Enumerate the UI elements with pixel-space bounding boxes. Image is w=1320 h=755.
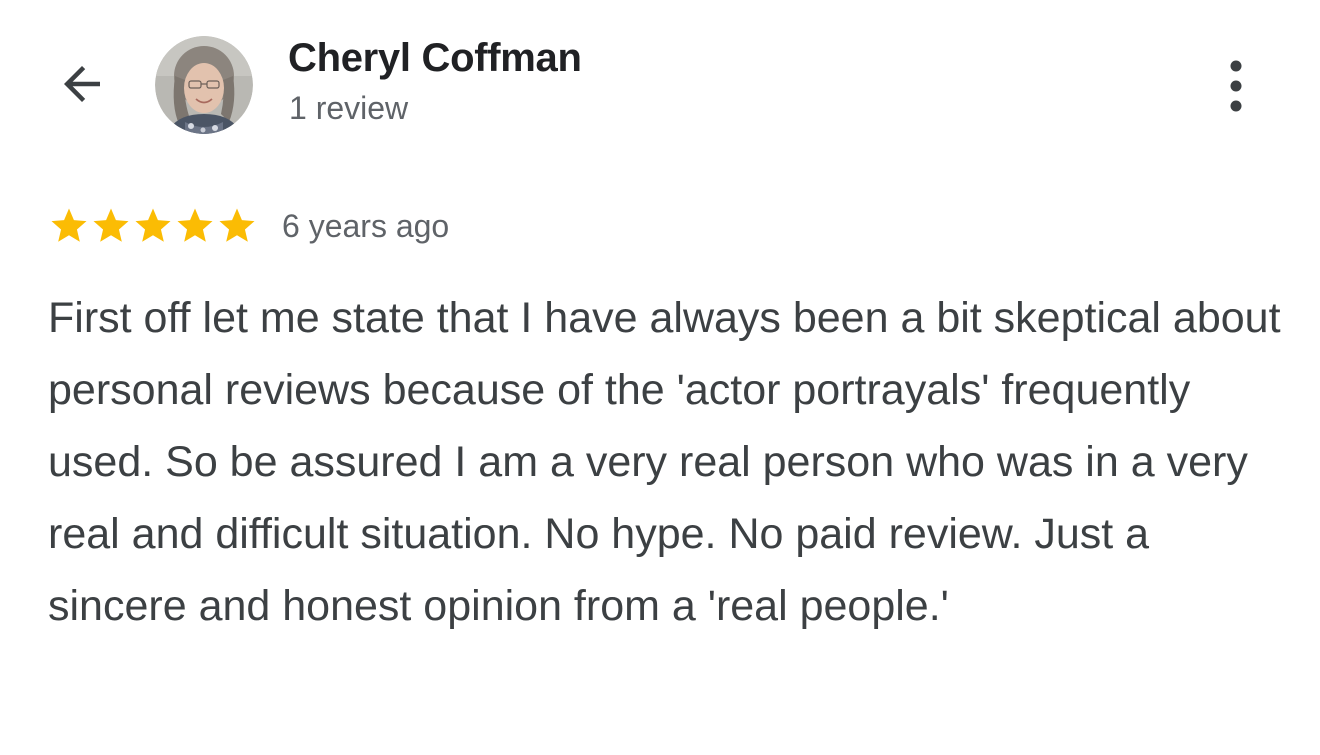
review-text: First off let me state that I have alway… — [48, 294, 1281, 630]
arrow-back-icon — [64, 66, 100, 102]
star-icon — [135, 208, 171, 242]
star-icon — [177, 208, 213, 242]
rating-row: 6 years ago — [48, 202, 449, 250]
back-button[interactable] — [52, 56, 112, 112]
review-count: 1 review — [289, 90, 409, 126]
star-rating — [48, 205, 258, 247]
avatar-photo — [155, 36, 253, 134]
more-vert-icon — [1230, 60, 1242, 112]
star-icon — [219, 208, 255, 242]
more-options-button[interactable] — [1216, 56, 1256, 116]
star-icon — [93, 208, 129, 242]
author-name[interactable]: Cheryl Coffman — [288, 36, 582, 81]
star-icon — [51, 208, 87, 242]
avatar[interactable] — [155, 36, 253, 134]
review-header: Cheryl Coffman 1 review — [0, 0, 1320, 170]
review-timestamp: 6 years ago — [282, 207, 450, 244]
